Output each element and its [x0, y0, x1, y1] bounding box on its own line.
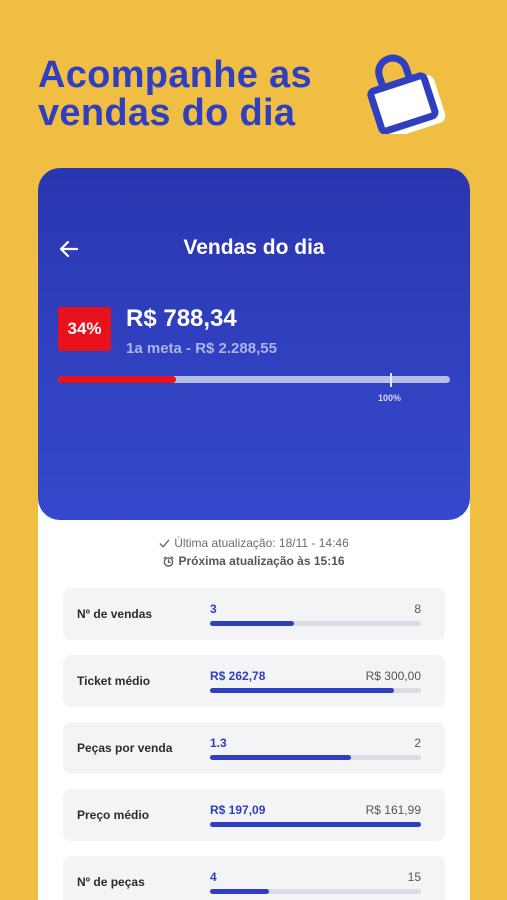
metric-target: 15 — [407, 870, 421, 884]
metric-target: R$ 300,00 — [365, 669, 421, 683]
goal-text: 1a meta - R$ 2.288,55 — [126, 340, 277, 357]
metric-label: Nº de vendas — [77, 607, 153, 621]
metric-label: Preço médio — [77, 808, 150, 822]
metric-progress-fill — [210, 755, 352, 760]
metric-label: Ticket médio — [77, 674, 151, 688]
metric-card-sales-count[interactable]: Nº de vendas 3 8 — [63, 588, 445, 640]
metric-target: 8 — [414, 602, 421, 616]
promo-title-line-2: vendas do dia — [38, 92, 296, 134]
metric-progress-fill — [210, 688, 394, 693]
metric-current: R$ 262,78 — [210, 669, 266, 683]
alarm-clock-icon — [163, 556, 175, 567]
metric-label: Nº de peças — [77, 875, 145, 889]
metric-progress-fill — [210, 889, 270, 894]
goal-progress-fill — [58, 376, 176, 383]
shopping-bag-icon — [367, 54, 446, 134]
metric-target: 2 — [414, 736, 421, 750]
metric-card-items-count[interactable]: Nº de peças 4 15 — [63, 856, 445, 900]
metric-progress-bar — [210, 755, 421, 760]
metric-card-average-ticket[interactable]: Ticket médio R$ 262,78 R$ 300,00 — [63, 655, 445, 707]
goal-marker — [390, 373, 392, 387]
metric-current: R$ 197,09 — [210, 803, 266, 817]
promo-title-line-1: Acompanhe as — [38, 54, 312, 96]
percent-badge: 34% — [58, 307, 111, 351]
sales-header: Vendas do dia 34% R$ 788,34 1a meta - R$… — [38, 168, 470, 520]
metric-card-average-price[interactable]: Preço médio R$ 197,09 R$ 161,99 — [63, 789, 445, 841]
last-update: Última atualização: 18/11 - 14:46 — [38, 536, 470, 550]
metric-current: 4 — [210, 870, 217, 884]
metric-progress-fill — [210, 621, 295, 626]
metric-progress-bar — [210, 822, 421, 827]
metric-current: 3 — [210, 602, 217, 616]
next-update-text: Próxima atualização às 15:16 — [178, 554, 345, 568]
metric-current: 1.3 — [210, 736, 227, 750]
metric-label: Peças por venda — [77, 741, 173, 755]
goal-marker-label: 100% — [378, 393, 402, 403]
metric-progress-bar — [210, 688, 421, 693]
metric-card-items-per-sale[interactable]: Peças por venda 1.3 2 — [63, 722, 445, 774]
last-update-text: Última atualização: 18/11 - 14:46 — [174, 536, 349, 550]
next-update: Próxima atualização às 15:16 — [38, 554, 470, 568]
metric-progress-bar — [210, 621, 421, 626]
metric-target: R$ 161,99 — [365, 803, 421, 817]
promo-title: Acompanhe as vendas do dia — [38, 56, 312, 132]
sales-amount: R$ 788,34 — [126, 305, 237, 332]
check-icon — [159, 539, 170, 548]
metric-progress-fill — [210, 822, 421, 827]
metric-progress-bar — [210, 889, 421, 894]
page-title: Vendas do dia — [183, 236, 325, 259]
phone-screen: Vendas do dia 34% R$ 788,34 1a meta - R$… — [38, 168, 470, 900]
